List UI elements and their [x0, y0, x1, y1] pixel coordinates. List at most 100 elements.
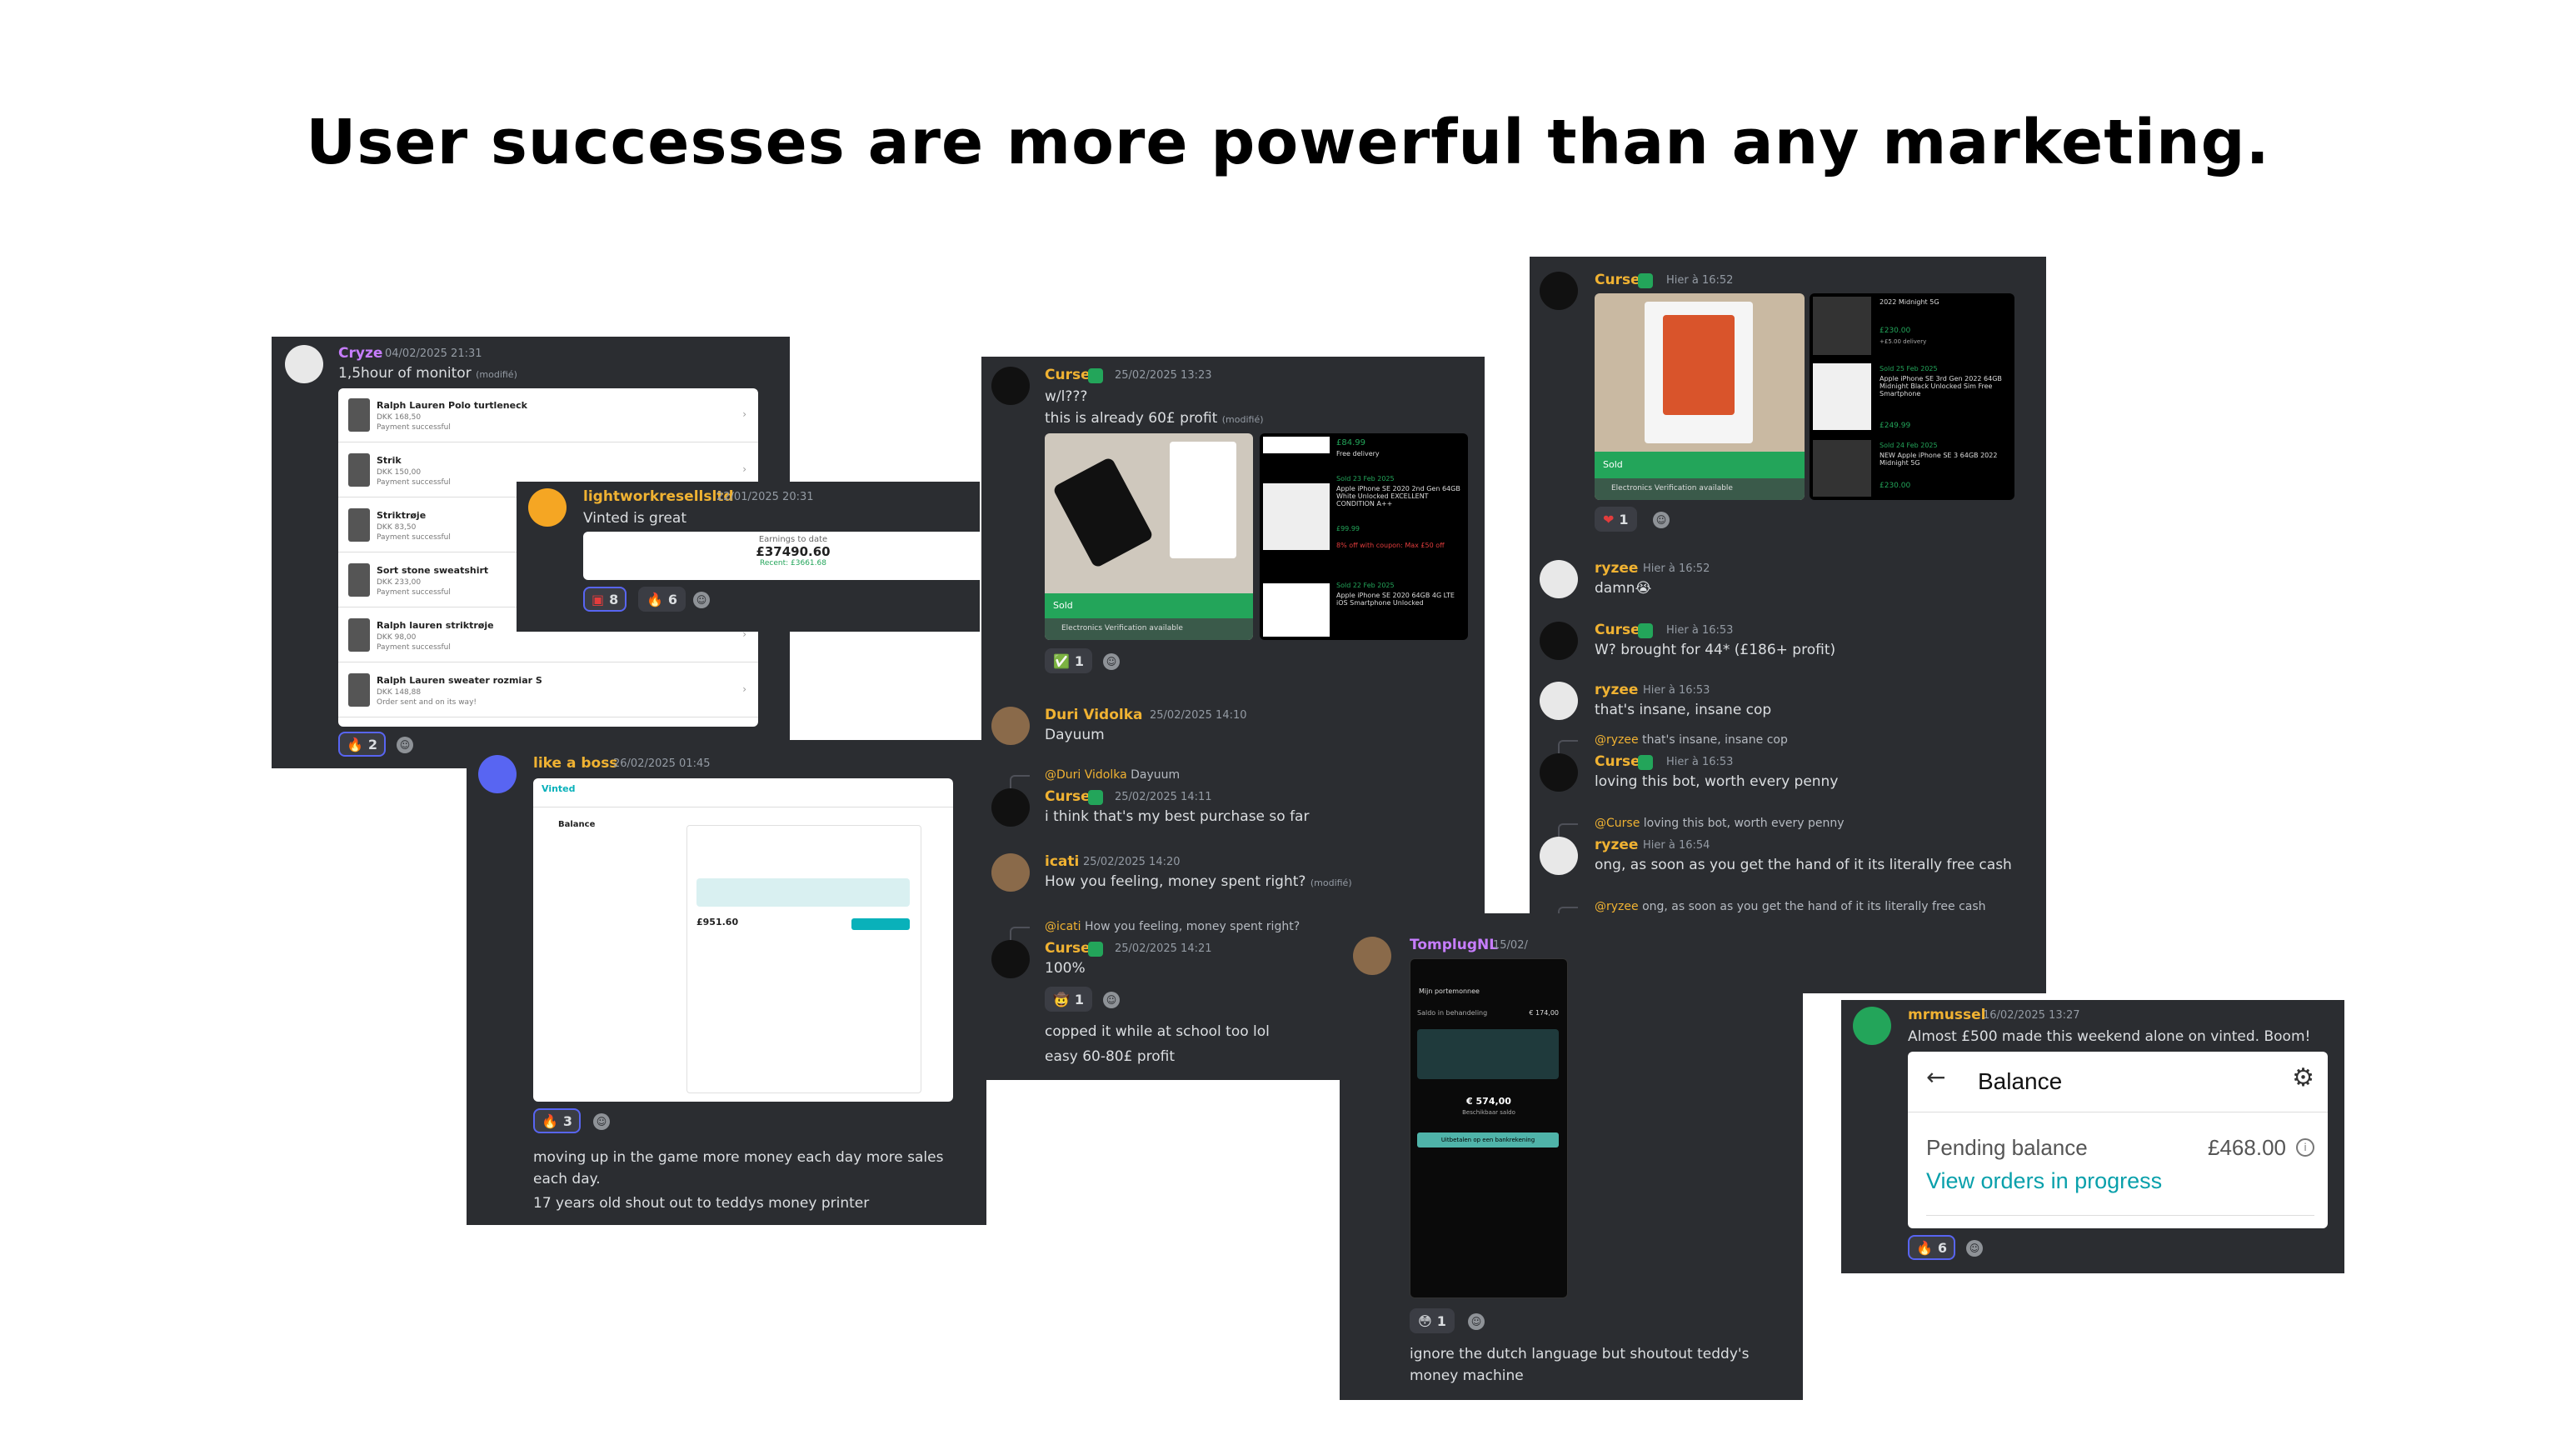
listing-title-1: 2022 Midnight 5G: [1880, 298, 1939, 306]
reply-preview: @ryzee ong, as soon as you get the hand …: [1595, 900, 1986, 913]
reaction-fire[interactable]: 🔥 6: [1908, 1235, 1956, 1260]
card-lightwork: lightworkresellsltd 22/01/2025 20:31 Vin…: [517, 482, 980, 632]
timestamp: 25/02/2025 14:21: [1115, 942, 1212, 955]
add-reaction-icon[interactable]: ☺: [1653, 512, 1670, 528]
avatar: [528, 488, 567, 527]
reaction-fire[interactable]: 🔥 2: [338, 732, 387, 757]
item-status: Payment successful: [377, 423, 451, 432]
listing-title-3: Sold 24 Feb 2025: [1880, 442, 1938, 449]
reply-user: @Duri Vidolka: [1045, 768, 1127, 782]
avatar: [1540, 753, 1578, 792]
add-reaction-icon[interactable]: ☺: [1966, 1240, 1983, 1257]
edited-label: (modifié): [1221, 414, 1264, 425]
edited-label: (modifié): [1310, 878, 1352, 888]
card-mrmussel: mrmussel 16/02/2025 13:27 Almost £500 ma…: [1841, 1000, 2344, 1273]
item-name: Ralph lauren striktrøje: [377, 620, 494, 631]
verified-badge-icon: [1088, 368, 1103, 383]
card-tomplug: TomplugNL 15/02/ Mijn portemonnee Saldo …: [1340, 913, 1803, 1400]
earnings-value: £37490.60: [756, 544, 831, 559]
verified-badge-icon: [1638, 623, 1653, 638]
username: Curse: [1045, 788, 1091, 805]
add-reaction-icon[interactable]: ☺: [1103, 992, 1120, 1008]
reaction-count: 2: [367, 736, 378, 752]
message-text: moving up in the game more money each da…: [533, 1149, 944, 1188]
item-thumbnail: [348, 673, 370, 707]
reply-user: @Curse: [1595, 817, 1640, 830]
username: ryzee: [1595, 682, 1639, 698]
pending-value: € 174,00: [1529, 1009, 1559, 1017]
check-icon: ✅: [1053, 652, 1070, 669]
message-text: Vinted is great: [583, 510, 687, 527]
reaction-fire[interactable]: 🔥 6: [638, 587, 686, 612]
timestamp: 15/02/: [1493, 939, 1528, 952]
reaction-fire[interactable]: 🔥 3: [533, 1108, 582, 1133]
gear-icon[interactable]: ⚙: [2292, 1063, 2314, 1092]
listing-price-1: £84.99: [1336, 438, 1365, 448]
username: TomplugNL: [1410, 937, 1499, 953]
sale-row[interactable]: Ralph Lauren sweater rozmiar S DKK 148,88…: [338, 667, 758, 718]
message-body: 1,5hour of monitor: [338, 365, 472, 382]
earnings-recent: Recent: £3661.68: [760, 559, 826, 568]
item-price: DKK 98,00: [377, 633, 417, 642]
message-body: this is already 60£ profit: [1045, 410, 1218, 427]
item-name: Striktrøje: [377, 510, 427, 521]
avatar: [1540, 837, 1578, 875]
avatar: [991, 940, 1030, 978]
fire-icon: 🔥: [646, 591, 663, 608]
sold-banner: Sold: [1595, 452, 1805, 478]
balance-title: Balance: [558, 820, 596, 829]
item-status: Order sent and on its way!: [377, 698, 477, 707]
ebay-listings: 2022 Midnight 5G £230.00 +£5.00 delivery…: [1810, 293, 2014, 500]
card-likeaboss: like a boss 26/02/2025 01:45 Vinted Bala…: [467, 740, 986, 1225]
view-orders-link[interactable]: View orders in progress: [1926, 1168, 2162, 1194]
available-label: Beschikbaar saldo: [1462, 1109, 1515, 1116]
payout-button[interactable]: Uitbetalen op een bankrekening: [1417, 1132, 1559, 1148]
add-reaction-icon[interactable]: ☺: [1468, 1313, 1485, 1330]
phone-screenshot: Mijn portemonnee Saldo in behandeling € …: [1410, 958, 1568, 1298]
reaction-heart[interactable]: ❤ 1: [1595, 507, 1637, 532]
username-icati: icati: [1045, 853, 1080, 870]
info-icon[interactable]: i: [2296, 1138, 2314, 1157]
username: Cryze: [338, 345, 383, 362]
add-reaction-icon[interactable]: ☺: [397, 737, 413, 753]
chevron-right-icon: ›: [742, 463, 746, 475]
message-text: Almost £500 made this weekend alone on v…: [1908, 1028, 2311, 1045]
reaction-smile[interactable]: 🤠 1: [1045, 987, 1093, 1012]
add-reaction-icon[interactable]: ☺: [1103, 653, 1120, 670]
timestamp: Hier à 16:52: [1666, 274, 1734, 287]
item-status: Payment successful: [377, 643, 451, 652]
username: Curse: [1595, 622, 1640, 638]
message-text: ignore the dutch language but shoutout t…: [1410, 1346, 1750, 1384]
reaction-check[interactable]: ✅ 1: [1045, 648, 1093, 673]
reaction-count: 6: [1937, 1239, 1948, 1256]
item-status: Payment successful: [377, 533, 451, 542]
add-reaction-icon[interactable]: ☺: [593, 1113, 610, 1130]
item-name: Strik: [377, 455, 402, 466]
message-text: copped it while at school too lol: [1045, 1023, 1270, 1040]
reaction-count: 8: [609, 591, 619, 608]
withdraw-button[interactable]: [851, 918, 910, 930]
reply-text: loving this bot, worth every penny: [1643, 817, 1845, 830]
reply-user: @ryzee: [1595, 900, 1639, 913]
sale-row[interactable]: Ralph Lauren Polo turtleneck DKK 168,50 Pa…: [338, 392, 758, 442]
pending-value: £468.00: [2208, 1135, 2286, 1160]
reply-text: Dayuum: [1131, 768, 1181, 782]
avatar: [1353, 937, 1391, 975]
message-text: 100%: [1045, 960, 1086, 977]
add-reaction-icon[interactable]: ☺: [693, 592, 710, 608]
timestamp: 25/02/2025 14:10: [1150, 709, 1247, 722]
card-curse-se3: Curse Hier à 16:52 Sold Electronics Veri…: [1530, 257, 2046, 993]
message-text-2: 17 years old shout out to teddys money p…: [533, 1195, 870, 1212]
listing-title-2: Sold 25 Feb 2025: [1880, 365, 1938, 372]
message-text: ong, as soon as you get the hand of it i…: [1595, 857, 2012, 873]
reply-user: @icati: [1045, 920, 1081, 933]
heart-icon: ❤: [1603, 511, 1615, 528]
reaction-one[interactable]: ▣ 8: [583, 587, 627, 612]
message-text: loving this bot, worth every penny: [1595, 773, 1839, 790]
message-text: 1,5hour of monitor (modifié): [338, 365, 517, 382]
chevron-right-icon: ›: [742, 408, 746, 420]
reply-text: that's insane, insane cop: [1642, 733, 1788, 747]
reaction-emoji[interactable]: 😳 1: [1410, 1308, 1455, 1333]
back-arrow-icon[interactable]: ←: [1926, 1063, 1945, 1091]
ebay-listings: £84.99 Free delivery Sold 23 Feb 2025 Ap…: [1260, 433, 1468, 640]
